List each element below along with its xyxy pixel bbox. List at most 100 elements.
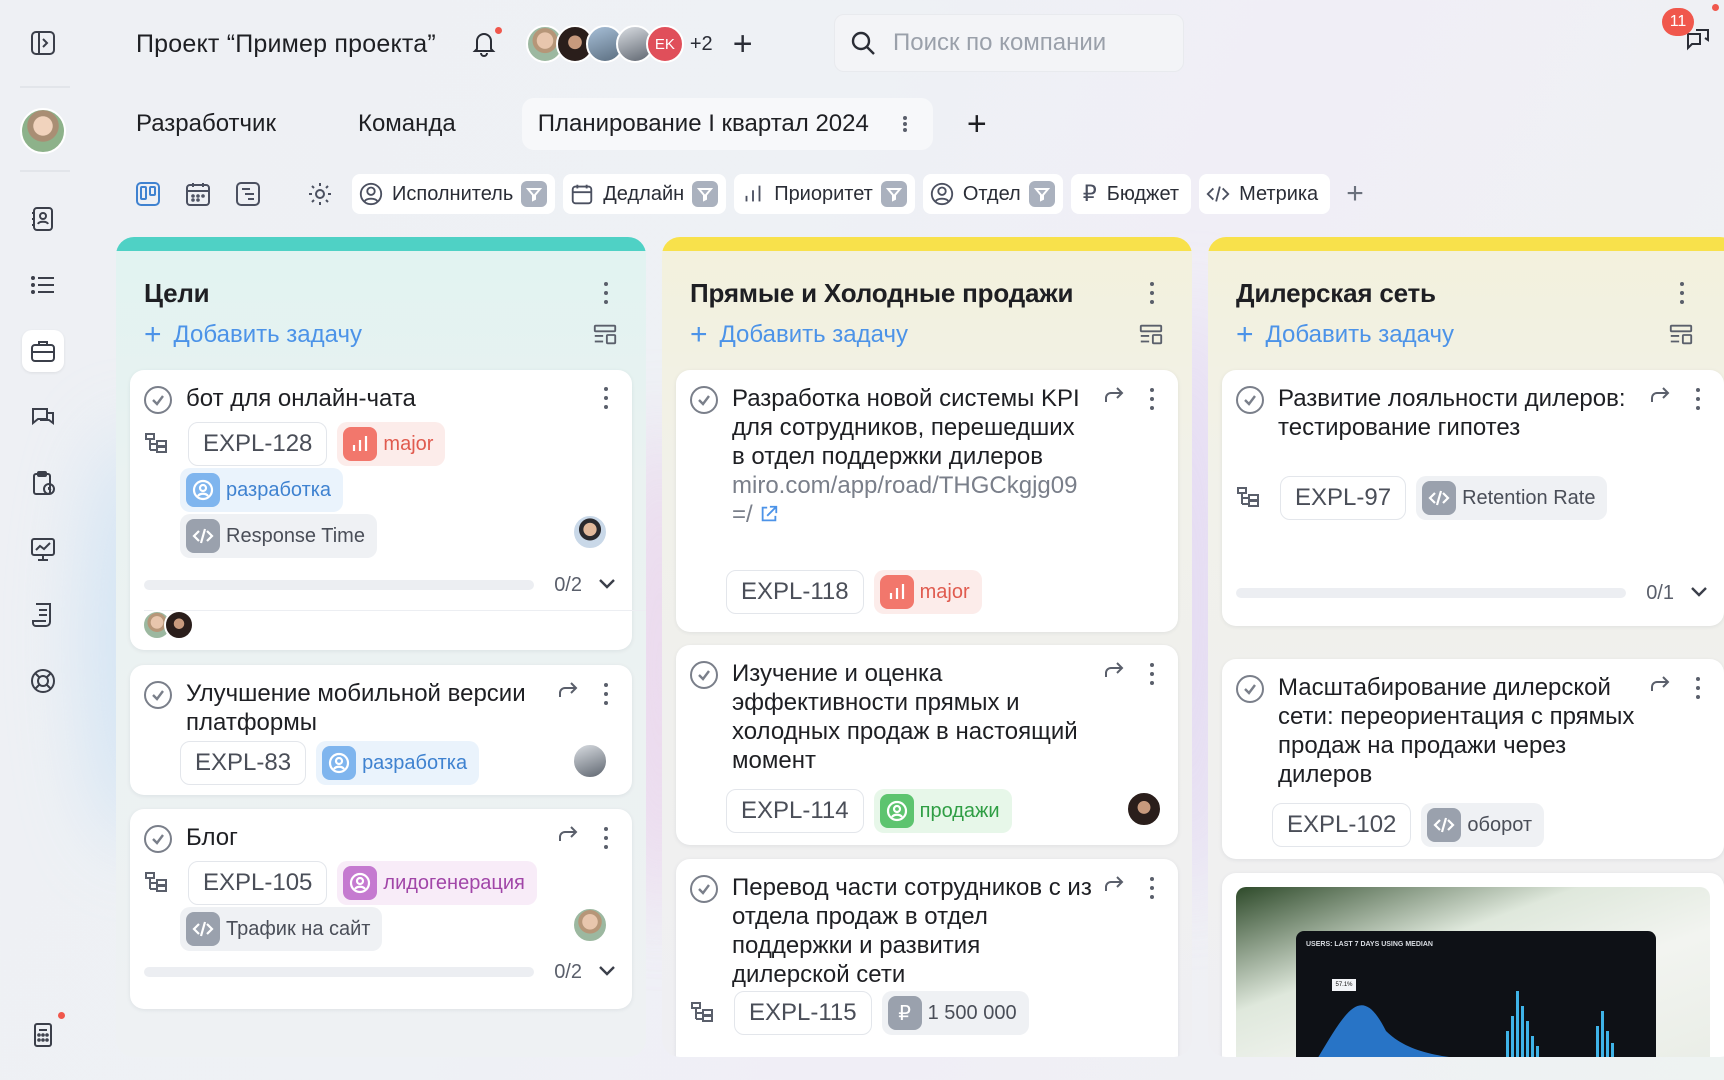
complete-check-icon[interactable]	[690, 875, 718, 903]
funnel-icon[interactable]	[1028, 181, 1055, 207]
card-menu-kebab-icon[interactable]	[1686, 674, 1710, 702]
column-view-icon[interactable]	[1668, 322, 1694, 348]
support-lifebuoy-icon[interactable]	[22, 660, 64, 702]
add-task-button[interactable]: + Добавить задачу	[690, 320, 908, 350]
task-card[interactable]: Блог EXPL-105 лидогенерация Трафик на сай…	[130, 809, 632, 1009]
metric-tag[interactable]: Response Time	[180, 514, 377, 558]
task-card[interactable]: Масштабирование дилерской сети: переорие…	[1222, 659, 1724, 859]
assignee-avatar[interactable]	[572, 907, 608, 943]
share-arrow-icon[interactable]	[556, 679, 580, 708]
task-link[interactable]: miro.com/app/road/THGCkgjg09=/	[732, 472, 1077, 528]
card-menu-kebab-icon[interactable]	[594, 680, 618, 708]
priority-tag[interactable]: major	[337, 422, 446, 466]
task-code[interactable]: EXPL-128	[188, 422, 328, 466]
settings-gear-icon[interactable]	[302, 176, 338, 212]
filter-priority[interactable]: Приоритет	[734, 174, 915, 214]
budget-tag[interactable]: ₽1 500 000	[881, 991, 1029, 1035]
task-card[interactable]: Улучшение мобильной версии платформы EXP…	[130, 665, 632, 795]
tab-developer[interactable]: Разработчик	[136, 110, 276, 138]
filter-deadline[interactable]: Дедлайн	[563, 174, 727, 214]
tab-team[interactable]: Команда	[358, 110, 456, 138]
filter-assignee[interactable]: Исполнитель	[352, 174, 556, 214]
task-card[interactable]: Развитие лояльности дилеров: тестировани…	[1222, 370, 1724, 626]
gantt-view-icon[interactable]	[230, 176, 266, 212]
department-tag[interactable]: разработка	[316, 741, 480, 785]
bell-icon[interactable]	[470, 27, 502, 59]
task-card[interactable]: Перевод части сотрудников с из отдела пр…	[676, 859, 1178, 1057]
filter-budget[interactable]: ₽ Бюджет	[1070, 174, 1192, 214]
tab-menu-kebab-icon[interactable]	[893, 113, 917, 135]
participant-avatar[interactable]	[164, 610, 194, 640]
complete-check-icon[interactable]	[1236, 386, 1264, 414]
task-code[interactable]: EXPL-114	[726, 789, 864, 833]
add-task-button[interactable]: + Добавить задачу	[1236, 320, 1454, 350]
calendar-view-icon[interactable]	[180, 176, 216, 212]
column-view-icon[interactable]	[592, 322, 618, 348]
department-tag[interactable]: продажи	[873, 789, 1012, 833]
chevron-down-icon[interactable]	[1688, 580, 1710, 607]
department-tag[interactable]: лидогенерация	[337, 861, 537, 905]
task-card[interactable]: Изучение и оценка эффективности прямых и…	[676, 645, 1178, 845]
company-search-box[interactable]	[834, 14, 1184, 72]
share-arrow-icon[interactable]	[1102, 873, 1126, 902]
column-menu-kebab-icon[interactable]	[1670, 279, 1694, 307]
card-menu-kebab-icon[interactable]	[594, 824, 618, 852]
task-code[interactable]: EXPL-105	[188, 861, 328, 905]
metric-tag[interactable]: Retention Rate	[1416, 476, 1608, 520]
chevron-down-icon[interactable]	[596, 959, 618, 986]
search-input[interactable]	[893, 29, 1153, 57]
sidebar-toggle-icon[interactable]	[22, 22, 64, 64]
add-member-plus-icon[interactable]: +	[733, 25, 753, 64]
metric-tag[interactable]: оборот	[1421, 803, 1545, 847]
complete-check-icon[interactable]	[690, 661, 718, 689]
share-arrow-icon[interactable]	[1648, 384, 1672, 413]
share-arrow-icon[interactable]	[1102, 659, 1126, 688]
external-link-icon[interactable]	[759, 504, 779, 524]
card-menu-kebab-icon[interactable]	[1140, 874, 1164, 902]
complete-check-icon[interactable]	[690, 386, 718, 414]
task-code[interactable]: EXPL-83	[180, 741, 307, 785]
contacts-icon[interactable]	[22, 198, 64, 240]
card-menu-kebab-icon[interactable]	[1686, 385, 1710, 413]
assignee-avatar[interactable]	[572, 514, 608, 550]
kanban-view-icon[interactable]	[130, 176, 166, 212]
tab-planning[interactable]: Планирование I квартал 2024	[521, 98, 933, 150]
card-menu-kebab-icon[interactable]	[1140, 385, 1164, 413]
department-tag[interactable]: разработка	[180, 468, 344, 512]
chevron-down-icon[interactable]	[596, 572, 618, 599]
add-tab-plus-icon[interactable]: +	[967, 105, 987, 144]
task-card[interactable]: Разработка новой системы KPI для сотрудн…	[676, 370, 1178, 632]
priority-tag[interactable]: major	[873, 570, 982, 614]
funnel-icon[interactable]	[692, 181, 719, 207]
task-code[interactable]: EXPL-118	[726, 570, 864, 614]
task-code[interactable]: EXPL-102	[1272, 803, 1412, 847]
complete-check-icon[interactable]	[144, 386, 172, 414]
share-arrow-icon[interactable]	[1102, 384, 1126, 413]
complete-check-icon[interactable]	[144, 681, 172, 709]
funnel-icon[interactable]	[521, 181, 548, 207]
column-menu-kebab-icon[interactable]	[1140, 279, 1164, 307]
list-icon[interactable]	[22, 264, 64, 306]
card-menu-kebab-icon[interactable]	[1140, 660, 1164, 688]
share-arrow-icon[interactable]	[556, 823, 580, 852]
column-view-icon[interactable]	[1138, 322, 1164, 348]
member-avatars[interactable]: EK +2	[525, 25, 713, 63]
chat-icon[interactable]	[22, 396, 64, 438]
user-avatar[interactable]	[20, 108, 66, 154]
card-menu-kebab-icon[interactable]	[594, 384, 618, 412]
task-code[interactable]: EXPL-97	[1280, 476, 1407, 520]
calculator-icon[interactable]	[22, 1014, 64, 1056]
task-card[interactable]: бот для онлайн-чата EXPL-128 major разраб…	[130, 370, 646, 650]
presentation-icon[interactable]	[22, 528, 64, 570]
projects-briefcase-icon[interactable]	[22, 330, 64, 372]
metric-tag[interactable]: Трафик на сайт	[180, 907, 383, 951]
column-menu-kebab-icon[interactable]	[594, 279, 618, 307]
assignee-avatar[interactable]	[572, 743, 608, 779]
funnel-icon[interactable]	[880, 181, 907, 207]
documents-icon[interactable]	[22, 594, 64, 636]
filter-metric[interactable]: Метрика	[1199, 174, 1331, 214]
filter-department[interactable]: Отдел	[922, 174, 1063, 214]
complete-check-icon[interactable]	[144, 825, 172, 853]
tasks-clipboard-icon[interactable]	[22, 462, 64, 504]
assignee-avatar[interactable]	[1126, 791, 1162, 827]
